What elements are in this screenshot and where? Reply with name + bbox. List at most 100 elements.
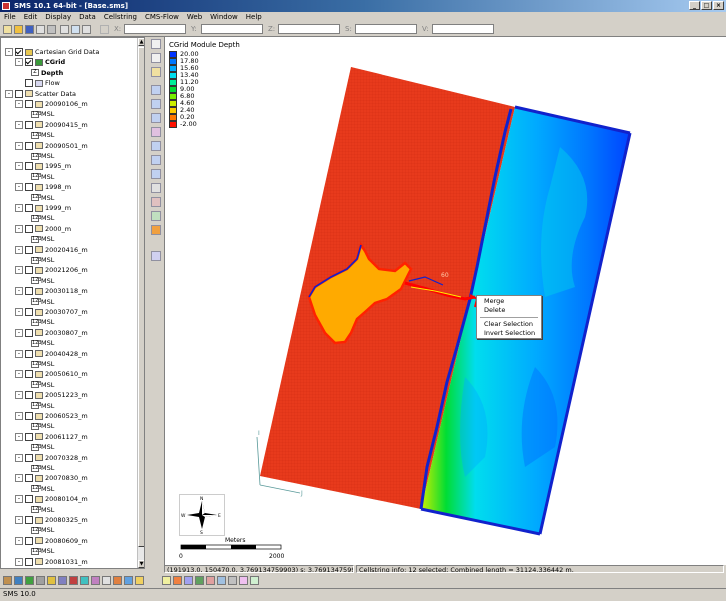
tree-item-scatter-set[interactable]: - 20030807_m bbox=[15, 328, 88, 338]
tree-item-scatter-set[interactable]: - 20090501_m bbox=[15, 141, 88, 151]
menu-web[interactable]: Web bbox=[183, 12, 206, 23]
pointer-icon[interactable] bbox=[82, 25, 91, 34]
menu-clear-selection[interactable]: Clear Selection bbox=[484, 320, 533, 328]
checkbox[interactable] bbox=[25, 495, 33, 504]
checkbox[interactable] bbox=[25, 183, 33, 192]
cellstring-tool-icon[interactable] bbox=[151, 127, 161, 137]
tree-item-scatter-set[interactable]: - 20090415_m bbox=[15, 120, 88, 130]
graphics-window[interactable]: 60 I J CGrid Module Depth 20.00 17.80 15.6… bbox=[164, 37, 726, 565]
close-button[interactable]: × bbox=[713, 1, 724, 10]
tree-item-cgrid[interactable]: - CGrid bbox=[15, 58, 65, 67]
tree-item-scatter-set[interactable]: - 20021206_m bbox=[15, 266, 88, 275]
generic-model-icon[interactable] bbox=[102, 576, 111, 585]
open-file-icon[interactable] bbox=[14, 25, 23, 34]
tree-item-msl[interactable]: 123MSL bbox=[31, 235, 54, 244]
pan-tool-icon[interactable] bbox=[151, 67, 161, 77]
grid-frame-icon[interactable] bbox=[151, 183, 161, 193]
tree-item-msl[interactable]: 123MSL bbox=[31, 194, 54, 203]
create-cellstring-icon[interactable] bbox=[151, 141, 161, 151]
observation-cell-icon[interactable] bbox=[151, 225, 161, 235]
display-icon[interactable] bbox=[206, 576, 215, 585]
menu-delete[interactable]: Delete bbox=[484, 306, 505, 314]
checkbox[interactable] bbox=[25, 308, 33, 316]
undo-icon[interactable] bbox=[60, 25, 69, 34]
tree-item-scatter-set[interactable]: - 20070830_m bbox=[15, 474, 88, 483]
delete-icon[interactable] bbox=[47, 25, 56, 34]
tree-item-scatter-set[interactable]: - 20030118_m bbox=[15, 287, 88, 296]
select-column-tool-icon[interactable] bbox=[151, 113, 161, 123]
checkbox[interactable] bbox=[25, 432, 33, 441]
grid-map[interactable]: 60 I J bbox=[165, 37, 726, 565]
expand-scatter-set-icon[interactable]: - bbox=[15, 287, 23, 296]
tree-item-scatter-set[interactable]: - 20030707_m bbox=[15, 308, 88, 317]
tree-item-msl[interactable]: 123MSL bbox=[31, 381, 54, 390]
maximize-button[interactable]: □ bbox=[701, 1, 712, 10]
expand-scatter-set-icon[interactable]: - bbox=[15, 162, 23, 171]
expand-scatter-set-icon[interactable]: - bbox=[15, 183, 23, 192]
checkbox[interactable] bbox=[25, 287, 33, 296]
menu-invert-selection[interactable]: Invert Selection bbox=[484, 329, 535, 337]
particle-module-icon[interactable] bbox=[69, 576, 78, 585]
checkbox[interactable] bbox=[25, 453, 33, 462]
tree-item-msl[interactable]: 123MSL bbox=[31, 506, 54, 515]
tree-item-scatter-set[interactable]: - 20061127_m bbox=[15, 432, 88, 442]
checkbox[interactable] bbox=[25, 100, 33, 108]
rotate-icon[interactable] bbox=[184, 576, 193, 585]
annotation-module-icon[interactable] bbox=[91, 576, 100, 585]
checkbox[interactable] bbox=[25, 391, 33, 400]
tree-item-scatter-set[interactable]: - 1995_m bbox=[15, 162, 71, 171]
expand-scatter-set-icon[interactable]: - bbox=[15, 308, 23, 316]
tree-item-scatter-set[interactable]: - 20060523_m bbox=[15, 412, 88, 421]
checkbox[interactable] bbox=[25, 349, 33, 358]
checkbox[interactable] bbox=[15, 48, 23, 56]
info-icon[interactable] bbox=[239, 576, 248, 585]
drag-icon[interactable] bbox=[173, 576, 182, 585]
new-file-icon[interactable] bbox=[3, 25, 12, 34]
expand-scatter-set-icon[interactable]: - bbox=[15, 120, 23, 129]
expand-scatter-set-icon[interactable]: - bbox=[15, 100, 23, 108]
expand-scatter-set-icon[interactable]: - bbox=[15, 432, 23, 441]
expand-scatter-icon[interactable]: - bbox=[5, 89, 13, 98]
print-icon[interactable] bbox=[36, 25, 45, 34]
expand-scatter-set-icon[interactable]: - bbox=[15, 204, 23, 212]
checkbox[interactable] bbox=[25, 474, 33, 483]
checkbox[interactable] bbox=[25, 162, 33, 171]
zoom-tool-icon[interactable] bbox=[151, 53, 161, 63]
help-icon[interactable] bbox=[71, 25, 80, 34]
tree-item-scatter-set[interactable]: - 20070328_m bbox=[15, 453, 88, 463]
select-row-tool-icon[interactable] bbox=[151, 99, 161, 109]
expand-scatter-set-icon[interactable]: - bbox=[15, 141, 23, 150]
menu-cms-flow[interactable]: CMS-Flow bbox=[141, 12, 183, 23]
scatter-module-icon[interactable] bbox=[25, 576, 34, 585]
menu-file[interactable]: File bbox=[0, 12, 20, 23]
menu-merge[interactable]: Merge bbox=[484, 297, 504, 305]
expand-scatter-set-icon[interactable]: - bbox=[15, 370, 23, 379]
project-explorer[interactable]: - Cartesian Grid Data - CGrid Z Depth Flow - Sca… bbox=[0, 37, 145, 569]
y-coordinate-field[interactable] bbox=[201, 24, 263, 34]
expand-scatter-set-icon[interactable]: - bbox=[15, 412, 23, 420]
1d-grid-module-icon[interactable] bbox=[113, 576, 122, 585]
menu-display[interactable]: Display bbox=[41, 12, 75, 23]
expand-scatter-set-icon[interactable]: - bbox=[15, 453, 23, 462]
tree-item-scatter-set[interactable]: - 20080104_m bbox=[15, 495, 88, 504]
tree-item-msl[interactable]: 123MSL bbox=[31, 256, 54, 265]
tree-item-msl[interactable]: 123MSL bbox=[31, 402, 54, 411]
menu-data[interactable]: Data bbox=[75, 12, 100, 23]
tree-item-scatter-set[interactable]: - 1999_m bbox=[15, 204, 71, 213]
checkbox[interactable] bbox=[25, 224, 33, 233]
tree-item-depth[interactable]: Z Depth bbox=[31, 69, 63, 78]
tree-item-msl[interactable]: 123MSL bbox=[31, 277, 54, 286]
save-icon[interactable] bbox=[25, 25, 34, 34]
checkbox[interactable] bbox=[25, 412, 33, 420]
tree-item-msl[interactable]: 123MSL bbox=[31, 547, 54, 556]
tree-scrollbar[interactable]: ▲ ▼ bbox=[137, 38, 144, 568]
tree-item-msl[interactable]: 123MSL bbox=[31, 422, 54, 431]
map-module-icon[interactable] bbox=[36, 576, 45, 585]
scroll-up-arrow-icon[interactable]: ▲ bbox=[138, 38, 144, 46]
expand-scatter-set-icon[interactable]: - bbox=[15, 349, 23, 358]
tree-item-scatter-set[interactable]: - 20050610_m bbox=[15, 370, 88, 379]
tree-item-msl[interactable]: 123MSL bbox=[31, 318, 54, 327]
tree-item-scatter-set[interactable]: - 20051223_m bbox=[15, 391, 88, 400]
expand-scatter-set-icon[interactable]: - bbox=[15, 328, 23, 337]
tree-item-msl[interactable]: 123MSL bbox=[31, 360, 54, 369]
